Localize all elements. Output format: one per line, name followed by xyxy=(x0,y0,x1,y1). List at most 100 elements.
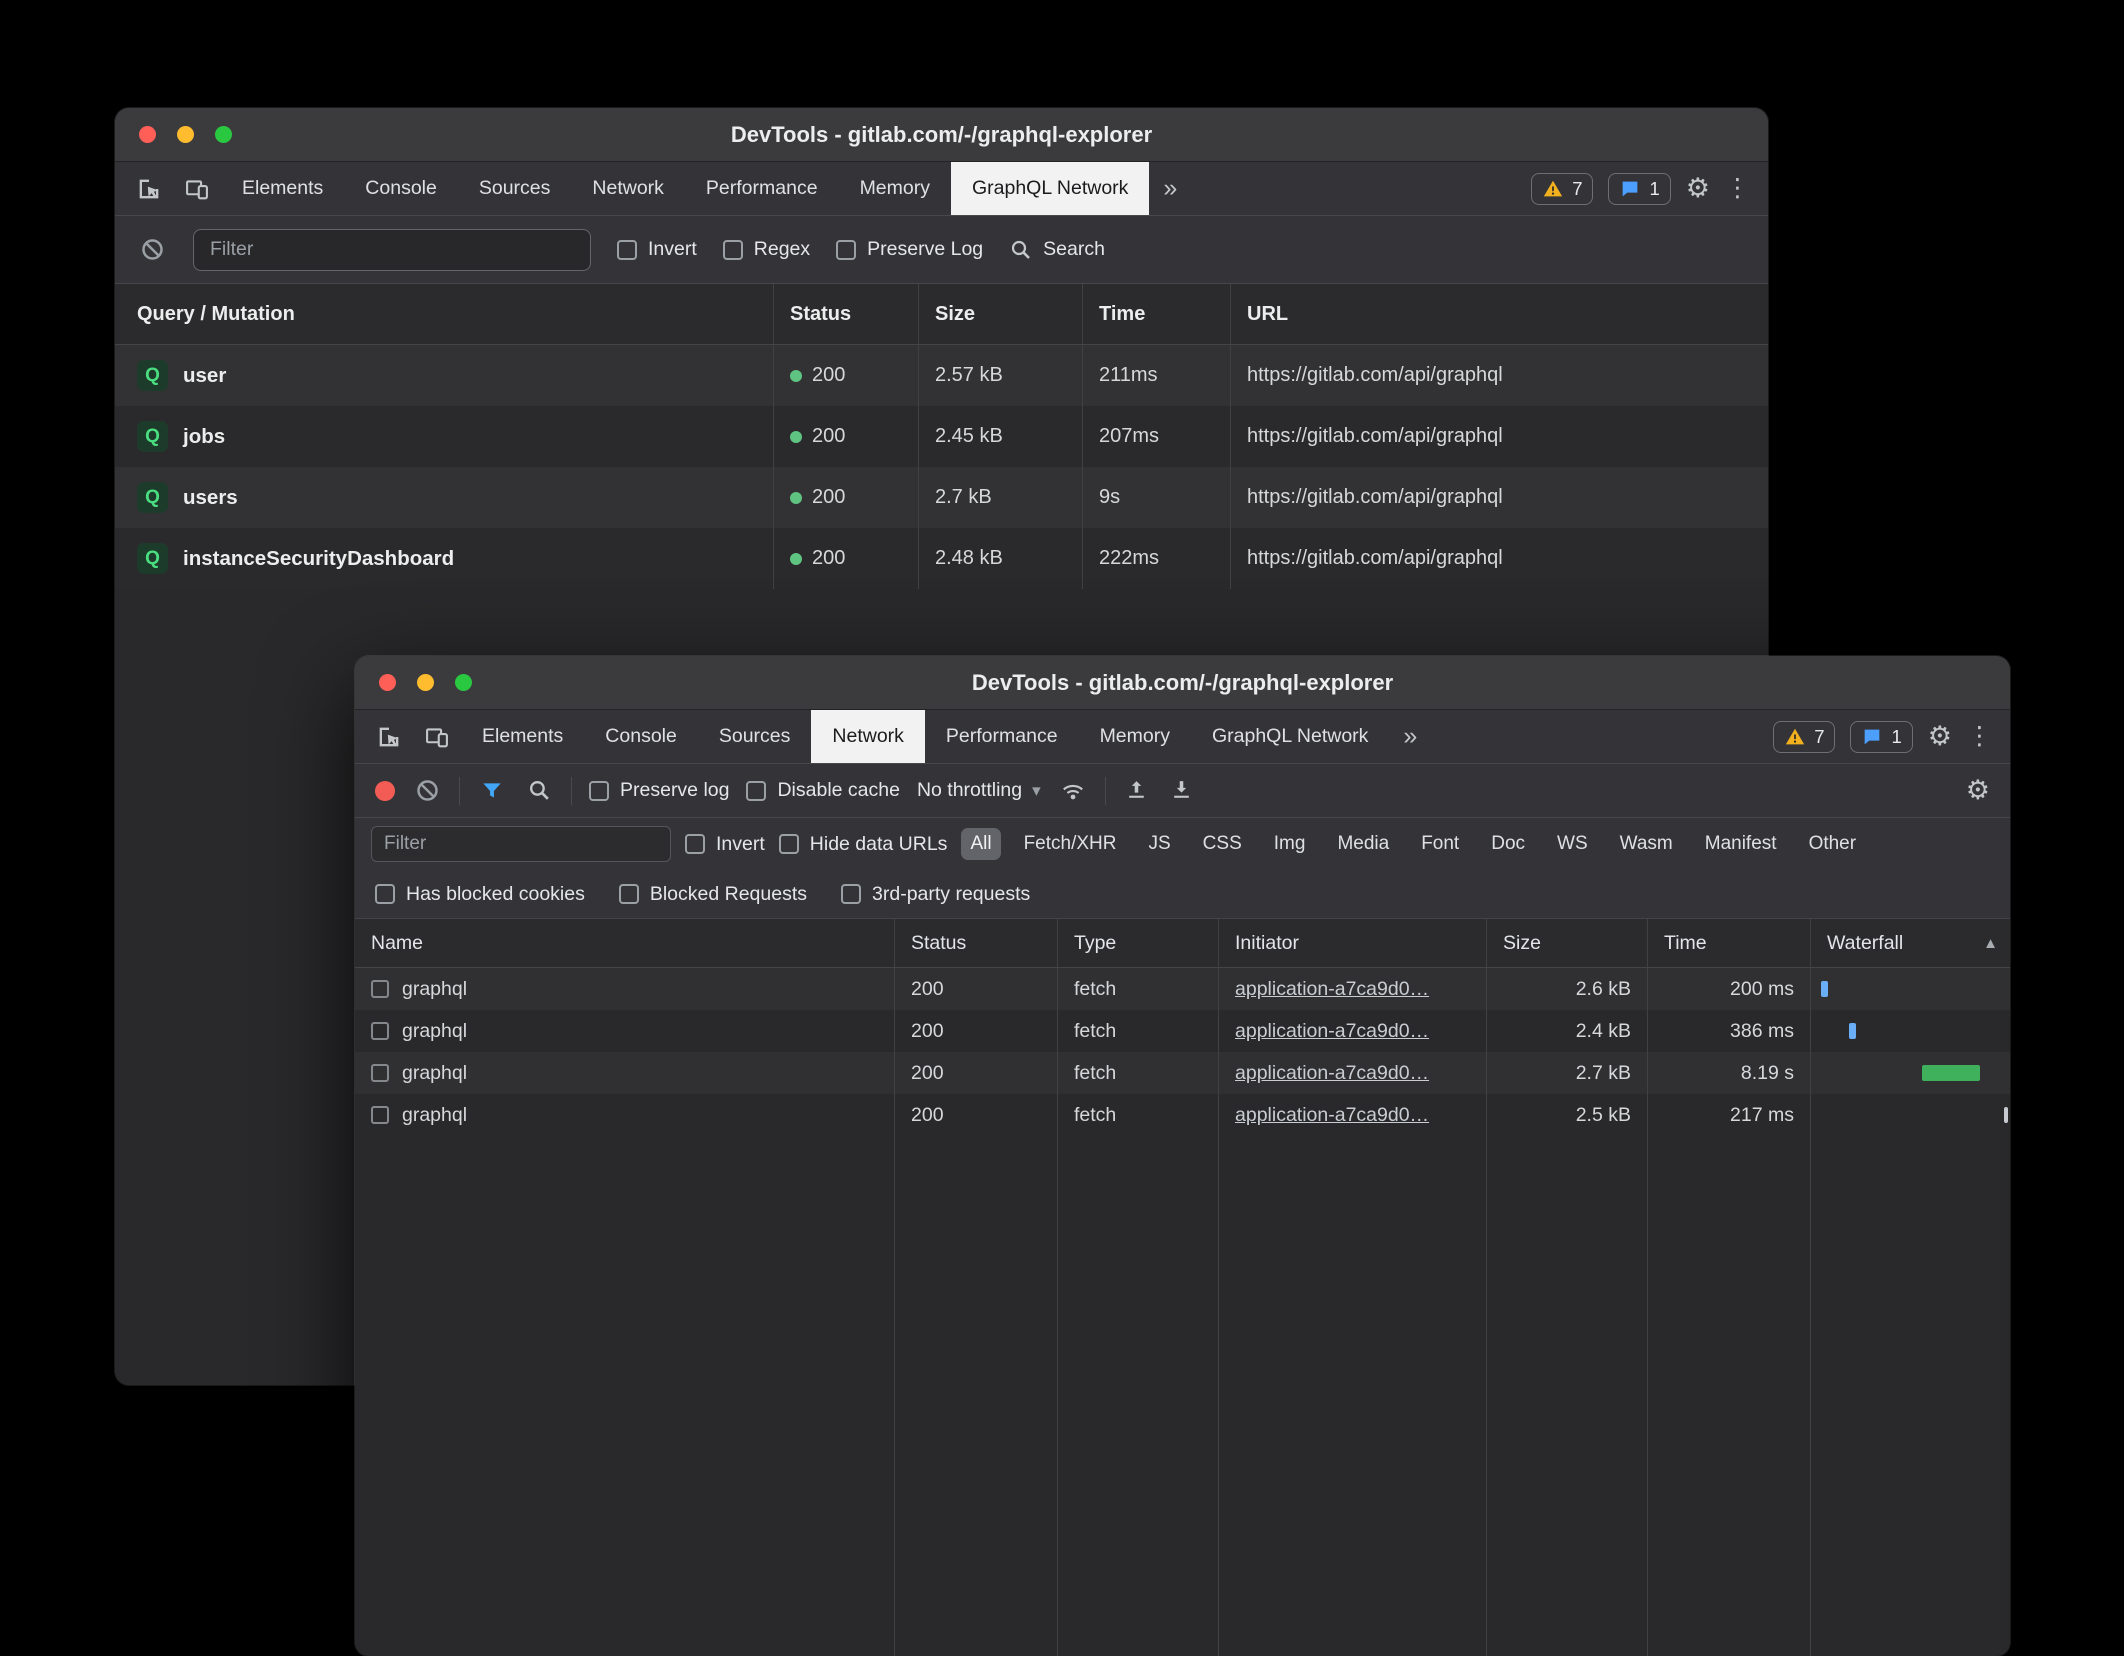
checkbox[interactable] xyxy=(375,884,395,904)
checkbox[interactable] xyxy=(619,884,639,904)
initiator-link[interactable]: application-a7ca9d0… xyxy=(1235,1062,1429,1085)
graphql-query-row[interactable]: Q jobs 200 2.45 kB 207ms https://gitlab.… xyxy=(115,406,1768,467)
initiator-link[interactable]: application-a7ca9d0… xyxy=(1235,978,1429,1001)
initiator-link[interactable]: application-a7ca9d0… xyxy=(1235,1020,1429,1043)
devtools-tab[interactable]: Memory xyxy=(839,162,951,215)
resource-type-filter[interactable]: Media xyxy=(1328,828,1398,860)
record-network-log-button[interactable] xyxy=(375,781,395,801)
devtools-tab[interactable]: Elements xyxy=(221,162,344,215)
resource-type-filter[interactable]: CSS xyxy=(1194,828,1251,860)
checkbox[interactable] xyxy=(746,781,766,801)
devtools-tab[interactable]: Sources xyxy=(698,710,812,763)
resource-type-filter[interactable]: Font xyxy=(1412,828,1468,860)
graphql-query-row[interactable]: Q users 200 2.7 kB 9s https://gitlab.com… xyxy=(115,467,1768,528)
throttling-select[interactable]: No throttling ▾ xyxy=(917,779,1041,802)
close-button[interactable] xyxy=(139,126,156,143)
devtools-tab[interactable]: Sources xyxy=(458,162,572,215)
devtools-tab[interactable]: GraphQL Network xyxy=(1191,710,1389,763)
resource-type-filter[interactable]: Img xyxy=(1265,828,1315,860)
network-conditions-icon[interactable] xyxy=(1058,778,1088,804)
checkbox[interactable] xyxy=(836,240,856,260)
inspect-element-icon[interactable] xyxy=(125,162,173,215)
devtools-tab[interactable]: Network xyxy=(811,710,925,763)
col-initiator[interactable]: Initiator xyxy=(1218,919,1486,967)
toolbar-checkbox[interactable]: Invert xyxy=(617,238,697,261)
devtools-tab[interactable]: GraphQL Network xyxy=(951,162,1149,215)
settings-gear-icon[interactable]: ⚙ xyxy=(1928,723,1952,750)
warnings-badge[interactable]: 7 xyxy=(1531,173,1593,205)
col-waterfall[interactable]: Waterfall ▲ xyxy=(1810,919,2010,967)
clear-log-icon[interactable] xyxy=(137,236,167,263)
clear-network-log-icon[interactable] xyxy=(412,777,442,804)
resource-type-filter[interactable]: Other xyxy=(1800,828,1866,860)
disable-cache-checkbox[interactable]: Disable cache xyxy=(746,779,899,802)
resource-type-filter[interactable]: All xyxy=(961,828,1000,860)
devtools-tab[interactable]: Console xyxy=(344,162,458,215)
kebab-menu-icon[interactable]: ⋮ xyxy=(1967,724,1992,749)
row-checkbox[interactable] xyxy=(371,1064,389,1082)
resource-type-filter[interactable]: JS xyxy=(1139,828,1179,860)
device-toolbar-icon[interactable] xyxy=(173,162,221,215)
checkbox[interactable] xyxy=(685,834,705,854)
network-settings-gear-icon[interactable]: ⚙ xyxy=(1966,777,1990,804)
graphql-query-row[interactable]: Q instanceSecurityDashboard 200 2.48 kB … xyxy=(115,528,1768,589)
issues-badge[interactable]: 1 xyxy=(1608,173,1670,205)
zoom-button[interactable] xyxy=(215,126,232,143)
col-size[interactable]: Size xyxy=(1486,919,1647,967)
network-option-checkbox[interactable]: 3rd-party requests xyxy=(841,883,1030,906)
resource-type-filter[interactable]: Doc xyxy=(1482,828,1534,860)
devtools-tab[interactable]: Console xyxy=(584,710,698,763)
network-row[interactable]: graphql 200 fetch application-a7ca9d0… 2… xyxy=(355,1010,2010,1052)
minimize-button[interactable] xyxy=(417,674,434,691)
checkbox[interactable] xyxy=(779,834,799,854)
row-checkbox[interactable] xyxy=(371,1022,389,1040)
preserve-log-checkbox[interactable]: Preserve log xyxy=(589,779,729,802)
filter-funnel-icon[interactable] xyxy=(477,778,507,804)
initiator-link[interactable]: application-a7ca9d0… xyxy=(1235,1104,1429,1127)
zoom-button[interactable] xyxy=(455,674,472,691)
devtools-tab[interactable]: Performance xyxy=(925,710,1079,763)
kebab-menu-icon[interactable]: ⋮ xyxy=(1725,176,1750,201)
warnings-badge[interactable]: 7 xyxy=(1773,721,1835,753)
devtools-tab[interactable]: Memory xyxy=(1079,710,1191,763)
network-row[interactable]: graphql 200 fetch application-a7ca9d0… 2… xyxy=(355,1094,2010,1136)
toolbar-checkbox[interactable]: Preserve Log xyxy=(836,238,983,261)
col-name[interactable]: Name xyxy=(355,919,894,967)
network-filter-input[interactable] xyxy=(371,826,671,862)
row-checkbox[interactable] xyxy=(371,1106,389,1124)
resource-type-filter[interactable]: WS xyxy=(1548,828,1597,860)
close-button[interactable] xyxy=(379,674,396,691)
devtools-tab[interactable]: Network xyxy=(571,162,685,215)
network-option-checkbox[interactable]: Has blocked cookies xyxy=(375,883,585,906)
checkbox[interactable] xyxy=(617,240,637,260)
row-checkbox[interactable] xyxy=(371,980,389,998)
issues-badge[interactable]: 1 xyxy=(1850,721,1912,753)
filter-input[interactable] xyxy=(193,229,591,271)
col-type[interactable]: Type xyxy=(1057,919,1218,967)
network-row[interactable]: graphql 200 fetch application-a7ca9d0… 2… xyxy=(355,1052,2010,1094)
resource-type-filter[interactable]: Manifest xyxy=(1696,828,1786,860)
device-toolbar-icon[interactable] xyxy=(413,710,461,763)
inspect-element-icon[interactable] xyxy=(365,710,413,763)
col-time[interactable]: Time xyxy=(1647,919,1810,967)
col-status[interactable]: Status xyxy=(894,919,1057,967)
network-row[interactable]: graphql 200 fetch application-a7ca9d0… 2… xyxy=(355,968,2010,1010)
export-har-icon[interactable] xyxy=(1168,778,1196,803)
resource-type-filter[interactable]: Wasm xyxy=(1611,828,1682,860)
search-icon[interactable] xyxy=(524,778,554,803)
more-tabs-chevron-icon[interactable]: » xyxy=(1149,162,1191,215)
settings-gear-icon[interactable]: ⚙ xyxy=(1686,175,1710,202)
devtools-tab[interactable]: Elements xyxy=(461,710,584,763)
minimize-button[interactable] xyxy=(177,126,194,143)
network-option-checkbox[interactable]: Blocked Requests xyxy=(619,883,807,906)
more-tabs-chevron-icon[interactable]: » xyxy=(1389,710,1431,763)
import-har-icon[interactable] xyxy=(1123,778,1151,803)
search-button[interactable]: Search xyxy=(1009,238,1105,262)
checkbox[interactable] xyxy=(723,240,743,260)
hide-data-urls-checkbox[interactable]: Hide data URLs xyxy=(779,833,948,856)
graphql-query-row[interactable]: Q user 200 2.57 kB 211ms https://gitlab.… xyxy=(115,345,1768,406)
toolbar-checkbox[interactable]: Regex xyxy=(723,238,810,261)
devtools-tab[interactable]: Performance xyxy=(685,162,839,215)
resource-type-filter[interactable]: Fetch/XHR xyxy=(1015,828,1126,860)
checkbox[interactable] xyxy=(589,781,609,801)
